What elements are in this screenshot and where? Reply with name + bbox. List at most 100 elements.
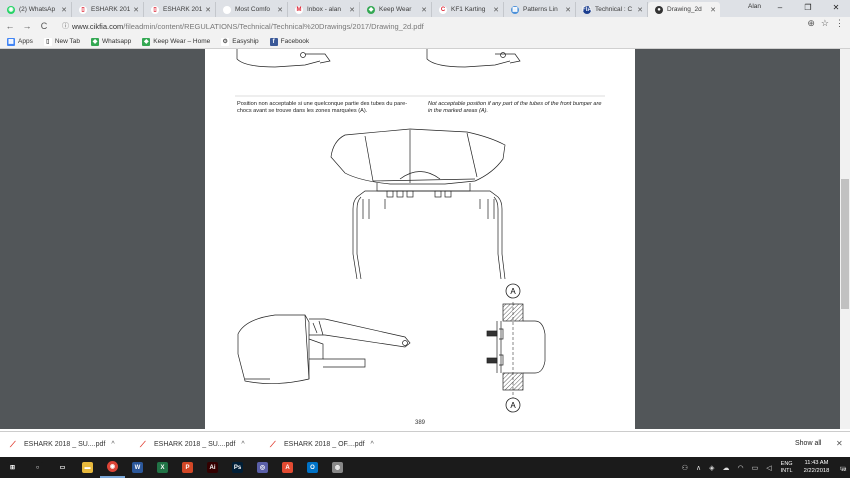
dropbox-icon[interactable]: ◈ [709,464,714,472]
top-right-drawing [426,49,511,68]
close-downloads-button[interactable]: ✕ [836,439,843,448]
close-window-button[interactable]: ✕ [822,0,850,17]
download-item[interactable]: ⟋ ESHARK 2018 _ SU....pdf ^ [10,440,130,450]
bookmark-icon: f [269,37,278,46]
tab-close-icon[interactable]: ✕ [565,6,571,14]
browser-tab[interactable]: ▦ Patterns Lin ✕ [504,2,576,17]
show-all-button[interactable]: Show all [795,440,821,447]
pdf-viewer[interactable]: A A Position non acceptable si une quelc… [0,49,850,429]
notifications-icon[interactable]: ▭ 22 [839,464,846,472]
reload-button[interactable]: C [37,21,51,31]
browser-tab[interactable]: ◆ Keep Wear ✕ [360,2,432,17]
input-language[interactable]: ENG INTL [781,461,793,475]
excel-icon: X [157,462,168,473]
download-filename: ESHARK 2018 _ SU....pdf [154,441,236,448]
taskbar-excel-button[interactable]: X [150,457,175,478]
taskbar-photoshop-button[interactable]: Ps [225,457,250,478]
pdf-page: A A Position non acceptable si une quelc… [205,49,635,429]
browser-tab[interactable]: ▯ ESHARK 201 ✕ [72,2,144,17]
start-icon: ⊞ [7,462,18,473]
tab-close-icon[interactable]: ✕ [637,6,643,14]
browser-tab[interactable]: C KF1 Karting ✕ [432,2,504,17]
browser-tab[interactable]: ● Drawing_2d ✕ [648,2,720,17]
photoshop-icon: Ps [232,462,243,473]
tab-close-icon[interactable]: ✕ [710,6,716,14]
download-item[interactable]: ⟋ ESHARK 2018 _ OF....pdf ^ [270,440,390,450]
bookmark-label: New Tab [54,38,80,45]
tab-close-icon[interactable]: ✕ [421,6,427,14]
pdf-file-icon: ⟋ [140,439,146,449]
app-ball-icon: ◍ [332,462,343,473]
taskbar-search-button[interactable]: ○ [25,457,50,478]
download-menu-caret-icon[interactable]: ^ [241,441,244,448]
taskbar-word-button[interactable]: W [125,457,150,478]
tab-close-icon[interactable]: ✕ [349,6,355,14]
tab-close-icon[interactable]: ✕ [493,6,499,14]
url-path: /fileadmin/content/REGULATIONS/Technical… [123,21,424,31]
minimize-button[interactable]: – [766,0,794,17]
taskbar-file-explorer-button[interactable]: ▬ [75,457,100,478]
tab-close-icon[interactable]: ✕ [61,6,67,14]
address-bar[interactable]: ⓘ www.cikfia.com/fileadmin/content/REGUL… [62,19,782,33]
url-host: www.cikfia.com [72,21,124,31]
bookmark-item[interactable]: f Facebook [269,37,309,46]
bookmark-item[interactable]: ◆ Keep Wear – Home [142,37,210,46]
browser-tab[interactable]: M Inbox - alan ✕ [288,2,360,17]
back-button[interactable]: ← [3,21,17,31]
windows-taskbar: ⊞ ○ ▭ ▬ ◉ W X P Ai Ps ◎ A O ◍ ⚇ ∧ ◈ ☁ ◠ ▭ ◁ ENG INTL … [0,457,850,478]
tab-title: Inbox - alan [307,6,341,13]
volume-icon[interactable]: ◁ [766,464,771,472]
download-filename: ESHARK 2018 _ SU....pdf [24,441,106,448]
download-menu-caret-icon[interactable]: ^ [111,441,114,448]
bookmark-label: Apps [18,38,33,45]
chevron-up-icon[interactable]: ∧ [696,464,701,472]
forward-button[interactable]: → [20,21,34,31]
scrollbar-thumb[interactable] [841,179,849,309]
zoom-icon[interactable]: ⊕ [807,18,815,29]
tab-favicon-icon: ▦ [511,5,519,14]
system-clock[interactable]: 11:43 AM 2/22/2018 [804,460,830,475]
browser-tab[interactable]: FIA Technical : C ✕ [576,2,648,17]
battery-icon[interactable]: ▭ [752,464,759,472]
people-icon[interactable]: ⚇ [682,464,688,472]
tab-close-icon[interactable]: ✕ [133,6,139,14]
taskbar-chrome-button[interactable]: ◉ [100,457,125,478]
menu-icon[interactable]: ⋮ [835,18,844,29]
browser-tab[interactable]: ◉ (2) WhatsAp ✕ [0,2,72,17]
taskbar-outlook-button[interactable]: O [300,457,325,478]
tab-close-icon[interactable]: ✕ [277,6,283,14]
svg-text:A: A [510,401,516,410]
taskbar-acrobat-button[interactable]: A [275,457,300,478]
notifications-count: 22 [841,466,847,472]
info-icon[interactable]: ⓘ [62,21,69,31]
taskbar-app-ball-button[interactable]: ◍ [325,457,350,478]
bookmark-item[interactable]: ▦ Apps [7,37,33,46]
taskbar-illustrator-button[interactable]: Ai [200,457,225,478]
onedrive-icon[interactable]: ☁ [723,464,730,472]
browser-tab[interactable]: ▯ ESHARK 201 ✕ [144,2,216,17]
bookmark-item[interactable]: ▯ New Tab [43,37,80,46]
tab-close-icon[interactable]: ✕ [205,6,211,14]
bookmark-icon: ⚙ [221,37,230,46]
browser-tab[interactable]: Most Comfo ✕ [216,2,288,17]
download-menu-caret-icon[interactable]: ^ [371,441,374,448]
tab-favicon-icon: ▯ [151,5,159,14]
bookmark-label: Easyship [232,38,259,45]
bookmark-item[interactable]: ◆ Whatsapp [91,37,131,46]
svg-text:A: A [510,287,516,296]
download-filename: ESHARK 2018 _ OF....pdf [284,441,365,448]
bookmark-item[interactable]: ⚙ Easyship [221,37,259,46]
taskbar-app-swirl-button[interactable]: ◎ [250,457,275,478]
taskbar-start-button[interactable]: ⊞ [0,457,25,478]
vertical-scrollbar[interactable] [840,49,850,429]
tab-title: Patterns Lin [523,6,558,13]
bookmark-icon: ▦ [7,37,15,46]
download-item[interactable]: ⟋ ESHARK 2018 _ SU....pdf ^ [140,440,260,450]
window-user-label[interactable]: Alan [748,3,761,10]
page-number: 389 [414,420,425,426]
bookmark-star-icon[interactable]: ☆ [821,18,829,29]
maximize-button[interactable]: ❐ [794,0,822,17]
wifi-icon[interactable]: ◠ [738,464,744,472]
taskbar-powerpoint-button[interactable]: P [175,457,200,478]
taskbar-task-view-button[interactable]: ▭ [50,457,75,478]
